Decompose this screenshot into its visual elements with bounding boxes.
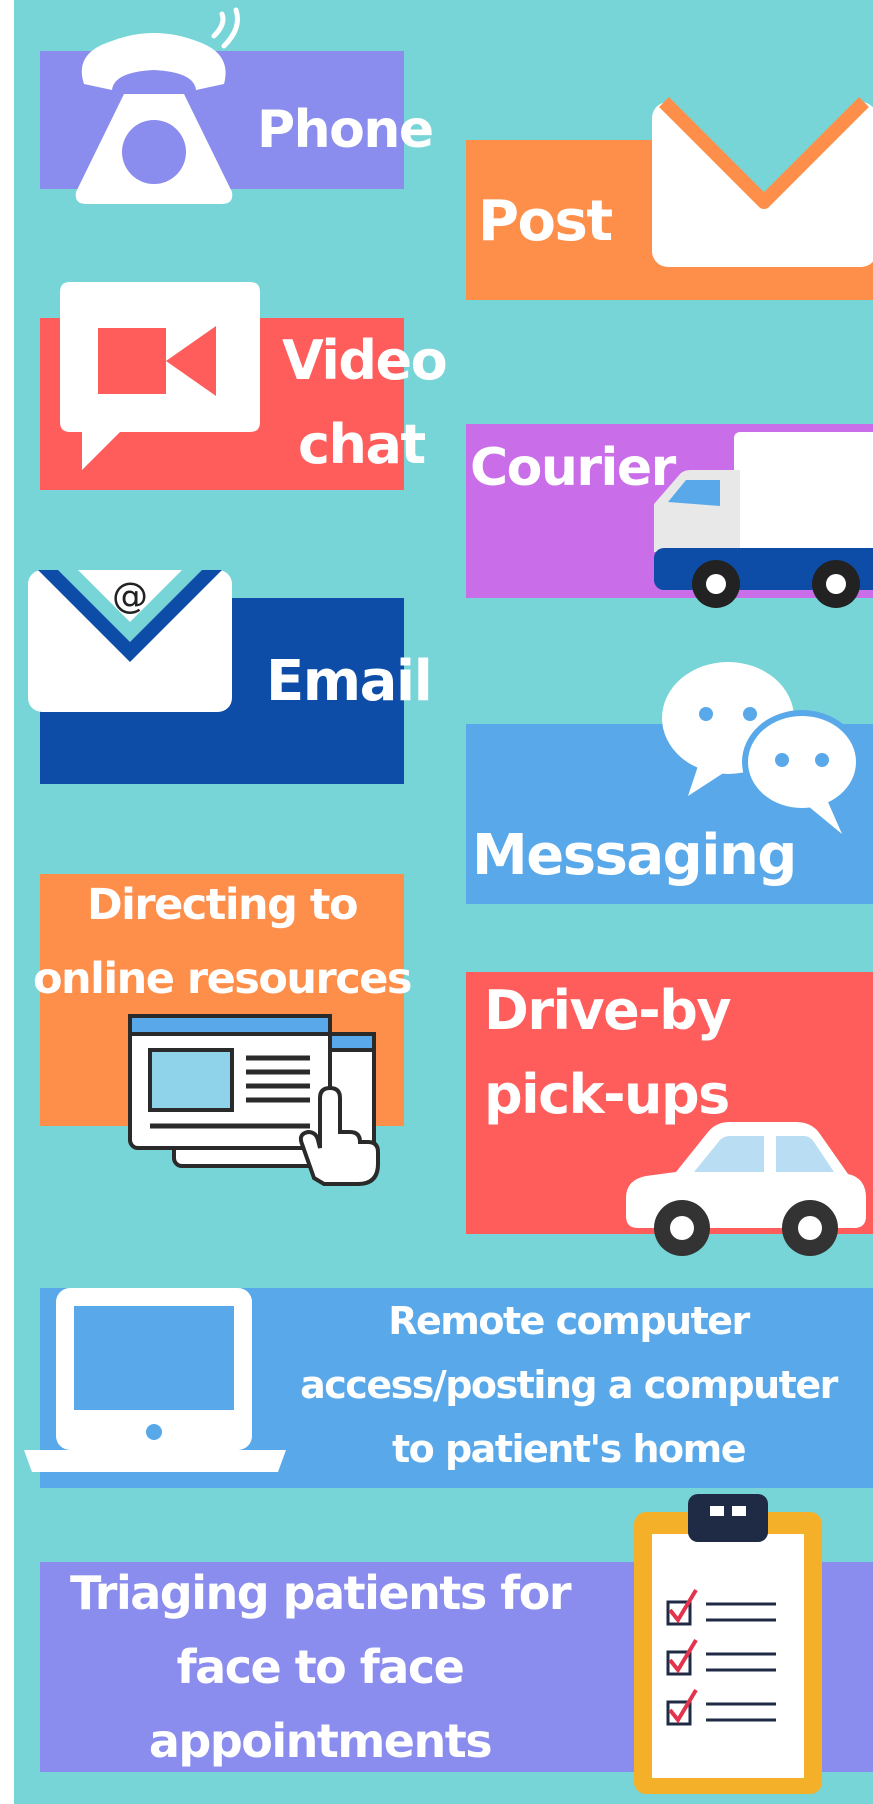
phone-icon bbox=[75, 7, 240, 204]
remote-computer-label-line1: Remote computer bbox=[388, 1299, 750, 1343]
post-label: Post bbox=[478, 189, 613, 254]
video-chat-label-line2: chat bbox=[298, 413, 426, 476]
triage-label-line1: Triaging patients for bbox=[69, 1566, 572, 1620]
remote-computer-label-line3: to patient's home bbox=[391, 1427, 747, 1471]
drive-by-label-line2: pick-ups bbox=[484, 1063, 730, 1126]
video-chat-label-line1: Video bbox=[282, 329, 448, 392]
email-label: Email bbox=[266, 649, 433, 714]
delivery-truck-icon bbox=[654, 432, 873, 608]
chat-bubbles-icon bbox=[662, 662, 862, 834]
video-chat-icon bbox=[60, 282, 260, 470]
phone-label: Phone bbox=[257, 100, 434, 160]
directing-label-line1: Directing to bbox=[86, 880, 359, 930]
courier-label: Courier bbox=[470, 438, 676, 498]
laptop-icon bbox=[24, 1288, 286, 1472]
email-envelope-icon: @ bbox=[28, 570, 232, 712]
drive-by-label-line1: Drive-by bbox=[484, 979, 732, 1042]
clipboard-checklist-icon bbox=[634, 1494, 822, 1794]
at-sign-glyph: @ bbox=[112, 576, 148, 617]
triage-label-line2: face to face bbox=[176, 1640, 465, 1694]
infographic-canvas: Phone Post Video chat Courier @ Email Me… bbox=[14, 0, 873, 1804]
directing-label-line2: online resources bbox=[33, 954, 412, 1004]
messaging-label: Messaging bbox=[472, 823, 797, 888]
car-icon bbox=[626, 1122, 866, 1256]
remote-computer-label-line2: access/posting a computer bbox=[300, 1363, 838, 1407]
triage-label-line3: appointments bbox=[148, 1714, 493, 1768]
browser-window-click-icon bbox=[128, 1014, 380, 1186]
envelope-icon bbox=[652, 97, 873, 267]
